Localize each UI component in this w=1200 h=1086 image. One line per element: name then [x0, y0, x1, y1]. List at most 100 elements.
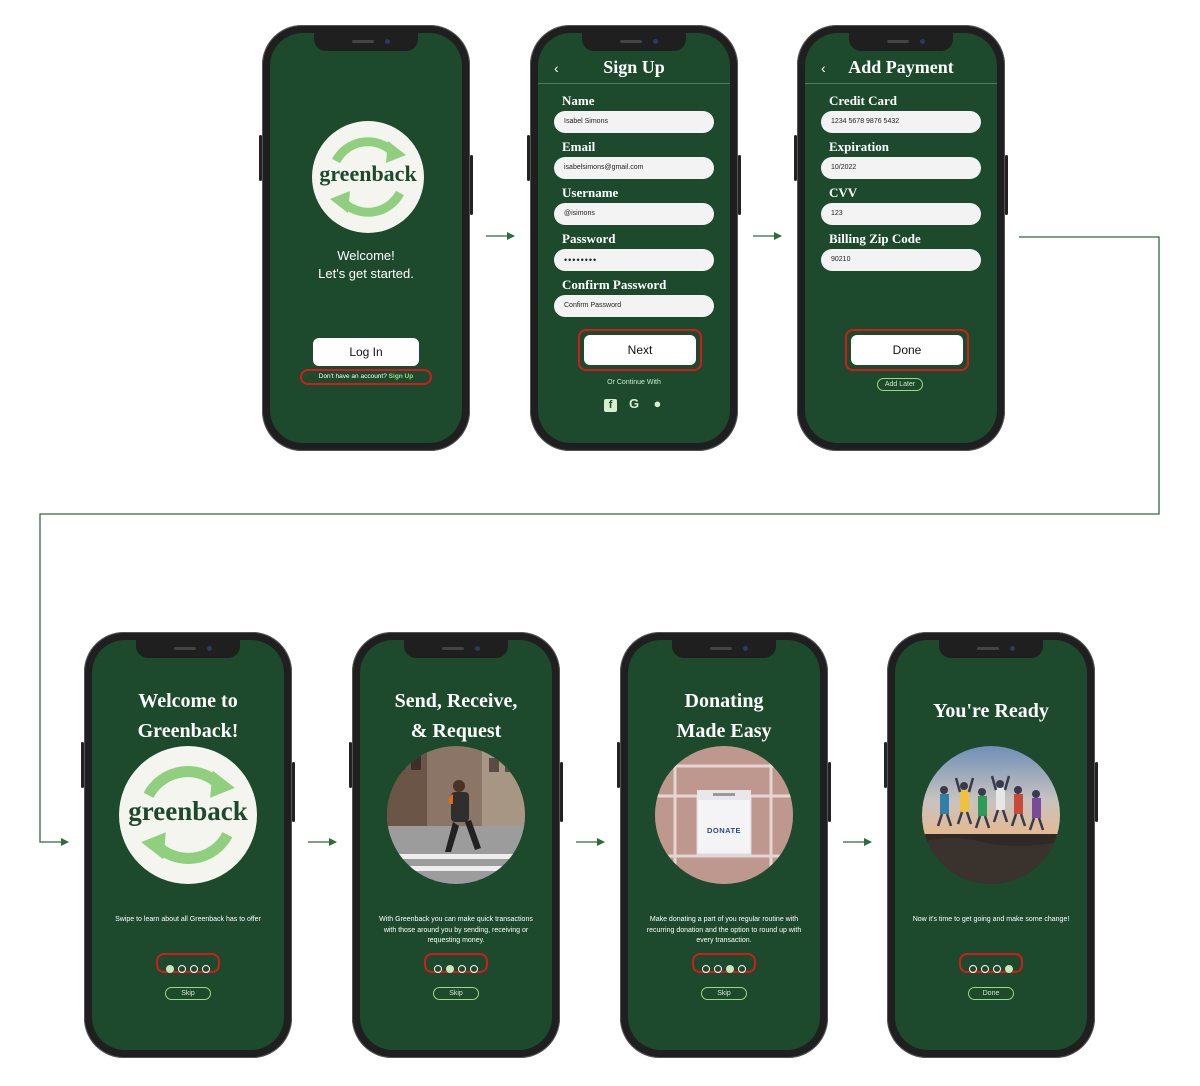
cvv-input[interactable]: 123 — [821, 203, 981, 225]
page-dot[interactable] — [1005, 965, 1013, 973]
greenback-logo: greenback — [312, 121, 424, 233]
phone-onboard-welcome: Welcome to Greenback! greenback Swipe to… — [81, 632, 295, 1058]
onboard-welcome-title-line1: Welcome to — [138, 690, 238, 712]
page-dot[interactable] — [434, 965, 442, 973]
page-dot[interactable] — [178, 965, 186, 973]
phone-notch — [582, 33, 686, 51]
page-dot[interactable] — [190, 965, 198, 973]
street-photo — [387, 746, 525, 884]
next-button[interactable]: Next — [584, 335, 696, 365]
friends-jumping-illustration — [922, 746, 1060, 884]
signup-screen: ‹ Sign Up Name Isabel Simons Email isabe… — [538, 33, 730, 443]
login-button[interactable]: Log In — [313, 338, 419, 366]
email-label: Email — [562, 139, 596, 154]
payment-title: Add Payment — [848, 57, 954, 77]
onboard-ready-screen: You're Ready Now it's time to get going … — [895, 640, 1087, 1050]
username-input[interactable]: @isimons — [554, 203, 714, 225]
cvv-label: CVV — [829, 185, 858, 200]
donate-box-label: DONATE — [706, 826, 742, 835]
phone-notch — [849, 33, 953, 51]
phone-notch — [136, 640, 240, 658]
onboard-donate-text: Make donating a part of you regular rout… — [646, 916, 802, 944]
social-login-row: f G ● — [538, 395, 730, 413]
credit-card-input[interactable]: 1234 5678 9876 5432 — [821, 111, 981, 133]
skip-button[interactable]: Skip — [701, 987, 747, 1000]
onboard-send-title-line1: Send, Receive, — [394, 690, 518, 712]
signup-link[interactable]: Sign Up — [389, 373, 414, 380]
onboard-donate-title-line1: Donating — [684, 690, 764, 712]
google-icon[interactable]: G — [628, 397, 641, 410]
phone-notch — [404, 640, 508, 658]
onboard-welcome-text: Swipe to learn about all Greenback has t… — [115, 916, 261, 923]
page-dot[interactable] — [702, 965, 710, 973]
welcome-heading: Welcome! — [337, 248, 395, 263]
phone-onboard-ready: You're Ready Now it's time to get going … — [884, 632, 1098, 1058]
person-walking-illustration — [387, 746, 525, 884]
confirm-password-input[interactable]: Confirm Password — [554, 295, 714, 317]
onboard-welcome-title-line2: Greenback! — [137, 720, 239, 742]
zip-input[interactable]: 90210 — [821, 249, 981, 271]
onboard-send-screen: Send, Receive, & Request With Greenback … — [360, 640, 552, 1050]
page-dot[interactable] — [446, 965, 454, 973]
zip-label: Billing Zip Code — [829, 231, 921, 246]
page-dot[interactable] — [969, 965, 977, 973]
payment-header: ‹ Add Payment — [805, 55, 997, 84]
page-indicator[interactable] — [432, 960, 480, 978]
email-input[interactable]: isabelsimons@gmail.com — [554, 157, 714, 179]
payment-screen: ‹ Add Payment Credit Card 1234 5678 9876… — [805, 33, 997, 443]
phone-notch — [672, 640, 776, 658]
page-dot[interactable] — [458, 965, 466, 973]
onboard-send-title: Send, Receive, & Request — [360, 686, 552, 746]
facebook-icon[interactable]: f — [604, 399, 618, 412]
password-input[interactable]: •••••••• — [554, 249, 714, 271]
expiration-label: Expiration — [829, 139, 889, 154]
skip-button[interactable]: Skip — [165, 987, 211, 1000]
page-dot[interactable] — [738, 965, 746, 973]
friends-photo — [922, 746, 1060, 884]
logo-wordmark: greenback — [319, 161, 417, 186]
username-label: Username — [562, 185, 619, 200]
logo-wordmark: greenback — [128, 796, 248, 826]
signup-prompt-text: Don't have an account? — [318, 373, 387, 380]
onboard-ready-title: You're Ready — [933, 700, 1049, 722]
phone-onboard-send: Send, Receive, & Request With Greenback … — [349, 632, 563, 1058]
onboard-donate-title-line2: Made Easy — [676, 720, 772, 742]
onboard-send-text: With Greenback you can make quick transa… — [379, 916, 533, 944]
page-dot[interactable] — [726, 965, 734, 973]
page-indicator[interactable] — [164, 960, 212, 978]
done-button[interactable]: Done — [968, 987, 1014, 1000]
page-indicator[interactable] — [700, 960, 748, 978]
page-dot[interactable] — [470, 965, 478, 973]
onboard-donate-screen: Donating Made Easy DONATE Make donating … — [628, 640, 820, 1050]
phone-notch — [939, 640, 1043, 658]
expiration-input[interactable]: 10/2022 — [821, 157, 981, 179]
signup-header: ‹ Sign Up — [538, 55, 730, 84]
continue-with-label: Or Continue With — [607, 379, 661, 386]
page-dot[interactable] — [202, 965, 210, 973]
name-input[interactable]: Isabel Simons — [554, 111, 714, 133]
skip-button[interactable]: Skip — [433, 987, 479, 1000]
page-dot[interactable] — [166, 965, 174, 973]
landing-screen: greenback Welcome! Let's get started. Lo… — [270, 33, 462, 443]
confirm-password-label: Confirm Password — [562, 277, 667, 292]
page-dot[interactable] — [714, 965, 722, 973]
done-button[interactable]: Done — [851, 335, 963, 365]
add-later-button[interactable]: Add Later — [877, 378, 923, 391]
page-dot[interactable] — [993, 965, 1001, 973]
phone-onboard-donate: Donating Made Easy DONATE Make donating … — [617, 632, 831, 1058]
greenback-logo: greenback — [119, 746, 257, 884]
apple-icon[interactable]: ● — [651, 397, 664, 410]
phone-payment: ‹ Add Payment Credit Card 1234 5678 9876… — [794, 25, 1008, 451]
signup-prompt: Don't have an account? Sign Up — [270, 373, 462, 380]
onboard-ready-text: Now it's time to get going and make some… — [912, 916, 1070, 923]
credit-card-label: Credit Card — [829, 93, 898, 108]
page-dot[interactable] — [981, 965, 989, 973]
onboard-welcome-screen: Welcome to Greenback! greenback Swipe to… — [92, 640, 284, 1050]
donation-box-illustration — [655, 746, 793, 884]
onboard-donate-title: Donating Made Easy — [628, 686, 820, 746]
phone-notch — [314, 33, 418, 51]
phone-landing: greenback Welcome! Let's get started. Lo… — [259, 25, 473, 451]
password-label: Password — [562, 231, 616, 246]
page-indicator[interactable] — [967, 960, 1015, 978]
onboard-welcome-title: Welcome to Greenback! — [92, 686, 284, 746]
